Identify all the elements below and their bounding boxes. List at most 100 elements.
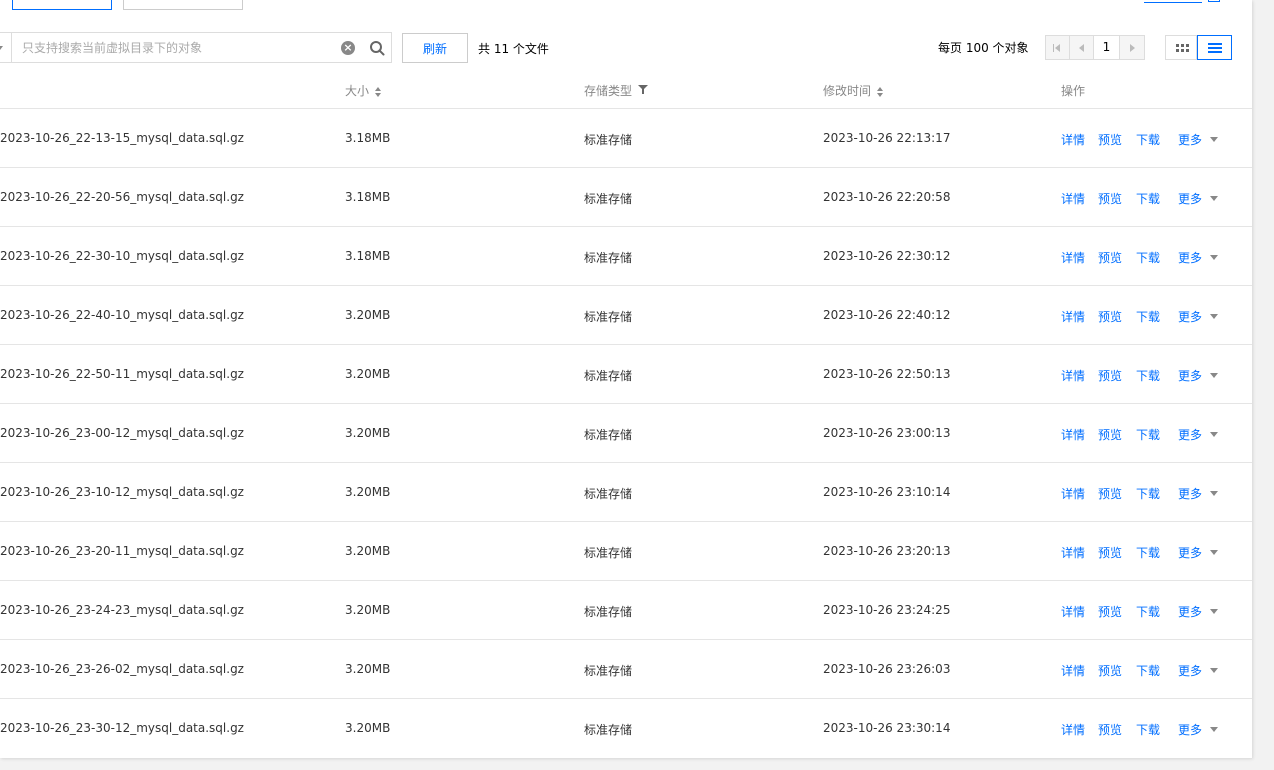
more-link[interactable]: 更多 (1178, 308, 1202, 325)
caret-down-icon[interactable] (1210, 196, 1218, 201)
table-row[interactable]: 2023-10-26_23-26-02_mysql_data.sql.gz 3.2… (0, 640, 1252, 699)
download-link[interactable]: 下载 (1136, 249, 1160, 266)
more-link[interactable]: 更多 (1178, 603, 1202, 620)
table-row[interactable]: 2023-10-26_22-40-10_mysql_data.sql.gz 3.2… (0, 286, 1252, 345)
file-name[interactable]: 2023-10-26_23-24-23_mysql_data.sql.gz (0, 603, 244, 617)
search-icon[interactable] (369, 40, 385, 56)
modified-time: 2023-10-26 22:20:58 (823, 190, 951, 204)
caret-down-icon[interactable] (1210, 432, 1218, 437)
more-link[interactable]: 更多 (1178, 721, 1202, 738)
preview-link[interactable]: 预览 (1098, 249, 1122, 266)
file-name[interactable]: 2023-10-26_23-30-12_mysql_data.sql.gz (0, 721, 244, 735)
preview-link[interactable]: 预览 (1098, 426, 1122, 443)
download-link[interactable]: 下载 (1136, 485, 1160, 502)
details-link[interactable]: 详情 (1061, 544, 1085, 561)
caret-down-icon[interactable] (1210, 550, 1218, 555)
caret-down-icon[interactable] (1210, 727, 1218, 732)
file-name[interactable]: 2023-10-26_22-30-10_mysql_data.sql.gz (0, 249, 244, 263)
caret-down-icon[interactable] (1210, 668, 1218, 673)
file-name[interactable]: 2023-10-26_22-40-10_mysql_data.sql.gz (0, 308, 244, 322)
download-link[interactable]: 下载 (1136, 131, 1160, 148)
next-page-icon[interactable] (1120, 36, 1144, 59)
table-row[interactable]: 2023-10-26_23-30-12_mysql_data.sql.gz 3.2… (0, 699, 1252, 758)
download-link[interactable]: 下载 (1136, 367, 1160, 384)
more-link[interactable]: 更多 (1178, 190, 1202, 207)
table-row[interactable]: 2023-10-26_22-50-11_mysql_data.sql.gz 3.2… (0, 345, 1252, 404)
file-name[interactable]: 2023-10-26_22-13-15_mysql_data.sql.gz (0, 131, 244, 145)
file-name[interactable]: 2023-10-26_22-20-56_mysql_data.sql.gz (0, 190, 244, 204)
upload-button[interactable] (12, 0, 112, 10)
more-link[interactable]: 更多 (1178, 249, 1202, 266)
search-input[interactable] (13, 33, 335, 62)
preview-link[interactable]: 预览 (1098, 721, 1122, 738)
download-link[interactable]: 下载 (1136, 426, 1160, 443)
header-modified[interactable]: 修改时间 (823, 82, 885, 99)
file-name[interactable]: 2023-10-26_23-20-11_mysql_data.sql.gz (0, 544, 244, 558)
more-link[interactable]: 更多 (1178, 662, 1202, 679)
download-link[interactable]: 下载 (1136, 190, 1160, 207)
download-link[interactable]: 下载 (1136, 603, 1160, 620)
more-link[interactable]: 更多 (1178, 426, 1202, 443)
sort-icon[interactable] (877, 86, 885, 97)
more-link[interactable]: 更多 (1178, 367, 1202, 384)
grid-view-icon[interactable] (1165, 35, 1197, 60)
details-link[interactable]: 详情 (1061, 721, 1085, 738)
caret-down-icon[interactable] (1210, 491, 1218, 496)
table-row[interactable]: 2023-10-26_22-30-10_mysql_data.sql.gz 3.1… (0, 227, 1252, 286)
file-name[interactable]: 2023-10-26_23-26-02_mysql_data.sql.gz (0, 662, 244, 676)
caret-down-icon[interactable] (1210, 373, 1218, 378)
file-name[interactable]: 2023-10-26_23-00-12_mysql_data.sql.gz (0, 426, 244, 440)
table-row[interactable]: 2023-10-26_23-00-12_mysql_data.sql.gz 3.2… (0, 404, 1252, 463)
chevron-down-icon[interactable] (0, 33, 12, 62)
details-link[interactable]: 详情 (1061, 603, 1085, 620)
current-page[interactable]: 1 (1094, 36, 1120, 59)
details-link[interactable]: 详情 (1061, 190, 1085, 207)
preview-link[interactable]: 预览 (1098, 190, 1122, 207)
more-link[interactable]: 更多 (1178, 544, 1202, 561)
details-link[interactable]: 详情 (1061, 308, 1085, 325)
preview-link[interactable]: 预览 (1098, 544, 1122, 561)
details-link[interactable]: 详情 (1061, 662, 1085, 679)
refresh-button[interactable]: 刷新 (402, 33, 468, 63)
filter-icon[interactable] (638, 84, 649, 95)
table-row[interactable]: 2023-10-26_23-20-11_mysql_data.sql.gz 3.2… (0, 522, 1252, 581)
header-size[interactable]: 大小 (345, 82, 383, 99)
file-name[interactable]: 2023-10-26_22-50-11_mysql_data.sql.gz (0, 367, 244, 381)
file-name[interactable]: 2023-10-26_23-10-12_mysql_data.sql.gz (0, 485, 244, 499)
caret-down-icon[interactable] (1210, 137, 1218, 142)
table-row[interactable]: 2023-10-26_22-20-56_mysql_data.sql.gz 3.1… (0, 168, 1252, 227)
storage-type: 标准存储 (584, 664, 633, 678)
prev-page-icon[interactable] (1070, 36, 1094, 59)
clear-icon[interactable]: × (341, 41, 355, 55)
preview-link[interactable]: 预览 (1098, 603, 1122, 620)
details-link[interactable]: 详情 (1061, 426, 1085, 443)
details-link[interactable]: 详情 (1061, 249, 1085, 266)
download-link[interactable]: 下载 (1136, 721, 1160, 738)
storage-type: 标准存储 (584, 546, 633, 560)
preview-link[interactable]: 预览 (1098, 131, 1122, 148)
details-link[interactable]: 详情 (1061, 367, 1085, 384)
table-row[interactable]: 2023-10-26_23-10-12_mysql_data.sql.gz 3.2… (0, 463, 1252, 522)
preview-link[interactable]: 预览 (1098, 308, 1122, 325)
list-view-icon[interactable] (1197, 35, 1232, 60)
table-row[interactable]: 2023-10-26_22-13-15_mysql_data.sql.gz 3.1… (0, 109, 1252, 168)
preview-link[interactable]: 预览 (1098, 662, 1122, 679)
caret-down-icon[interactable] (1210, 255, 1218, 260)
more-link[interactable]: 更多 (1178, 485, 1202, 502)
top-right-link[interactable] (1144, 0, 1220, 4)
table-row[interactable]: 2023-10-26_23-24-23_mysql_data.sql.gz 3.2… (0, 581, 1252, 640)
details-link[interactable]: 详情 (1061, 131, 1085, 148)
download-link[interactable]: 下载 (1136, 544, 1160, 561)
sort-icon[interactable] (375, 86, 383, 97)
download-link[interactable]: 下载 (1136, 662, 1160, 679)
header-storage-type[interactable]: 存储类型 (584, 82, 649, 99)
more-link[interactable]: 更多 (1178, 131, 1202, 148)
preview-link[interactable]: 预览 (1098, 367, 1122, 384)
details-link[interactable]: 详情 (1061, 485, 1085, 502)
download-link[interactable]: 下载 (1136, 308, 1160, 325)
caret-down-icon[interactable] (1210, 609, 1218, 614)
preview-link[interactable]: 预览 (1098, 485, 1122, 502)
first-page-icon[interactable] (1046, 36, 1070, 59)
more-actions-button[interactable] (123, 0, 243, 10)
caret-down-icon[interactable] (1210, 314, 1218, 319)
